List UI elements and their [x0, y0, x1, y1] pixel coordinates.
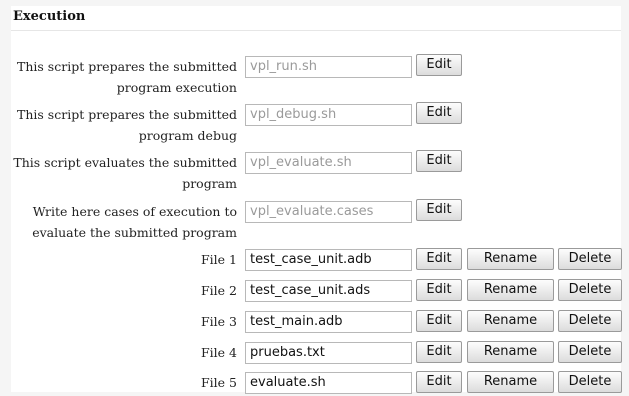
file-label: File 3 [201, 314, 237, 329]
rename-file-button[interactable]: Rename [467, 341, 554, 363]
edit-run-script-button[interactable]: Edit [416, 54, 462, 76]
file-name-field[interactable]: test_case_unit.ads [245, 280, 412, 302]
edit-file-button[interactable]: Edit [416, 248, 462, 270]
delete-file-button[interactable]: Delete [558, 310, 622, 332]
rename-file-button[interactable]: Rename [467, 279, 554, 301]
script-label-line1: This script prepares the submitted [17, 107, 237, 122]
section-title: Execution [13, 9, 86, 24]
file-label: File 4 [201, 345, 237, 360]
file-name-field[interactable]: test_main.adb [245, 311, 412, 333]
file-label: File 5 [201, 375, 237, 390]
file-name-field[interactable]: test_case_unit.adb [245, 249, 412, 271]
file-label: File 1 [201, 252, 237, 267]
edit-evaluate-cases-button[interactable]: Edit [416, 199, 462, 221]
script-label-line2: program debug [138, 128, 237, 143]
edit-file-button[interactable]: Edit [416, 310, 462, 332]
script-label-line2: program [182, 176, 237, 191]
edit-debug-script-button[interactable]: Edit [416, 102, 462, 124]
edit-file-button[interactable]: Edit [416, 279, 462, 301]
rename-file-button[interactable]: Rename [467, 371, 554, 393]
run-script-field[interactable]: vpl_run.sh [245, 56, 412, 78]
rename-file-button[interactable]: Rename [467, 310, 554, 332]
file-label: File 2 [201, 283, 237, 298]
delete-file-button[interactable]: Delete [558, 248, 622, 270]
edit-evaluate-script-button[interactable]: Edit [416, 150, 462, 172]
script-label-line2: evaluate the submitted program [32, 225, 237, 240]
evaluate-cases-field[interactable]: vpl_evaluate.cases [245, 201, 412, 223]
rename-file-button[interactable]: Rename [467, 248, 554, 270]
edit-file-button[interactable]: Edit [416, 371, 462, 393]
delete-file-button[interactable]: Delete [558, 341, 622, 363]
debug-script-field[interactable]: vpl_debug.sh [245, 104, 412, 126]
edit-file-button[interactable]: Edit [416, 341, 462, 363]
section-divider [11, 30, 621, 31]
script-label-line1: Write here cases of execution to [32, 204, 237, 219]
script-label-line2: program execution [116, 80, 237, 95]
file-name-field[interactable]: evaluate.sh [245, 372, 412, 394]
script-label-line1: This script prepares the submitted [17, 59, 237, 74]
file-name-field[interactable]: pruebas.txt [245, 342, 412, 364]
evaluate-script-field[interactable]: vpl_evaluate.sh [245, 152, 412, 174]
delete-file-button[interactable]: Delete [558, 371, 622, 393]
script-label-line1: This script evaluates the submitted [13, 155, 237, 170]
delete-file-button[interactable]: Delete [558, 279, 622, 301]
